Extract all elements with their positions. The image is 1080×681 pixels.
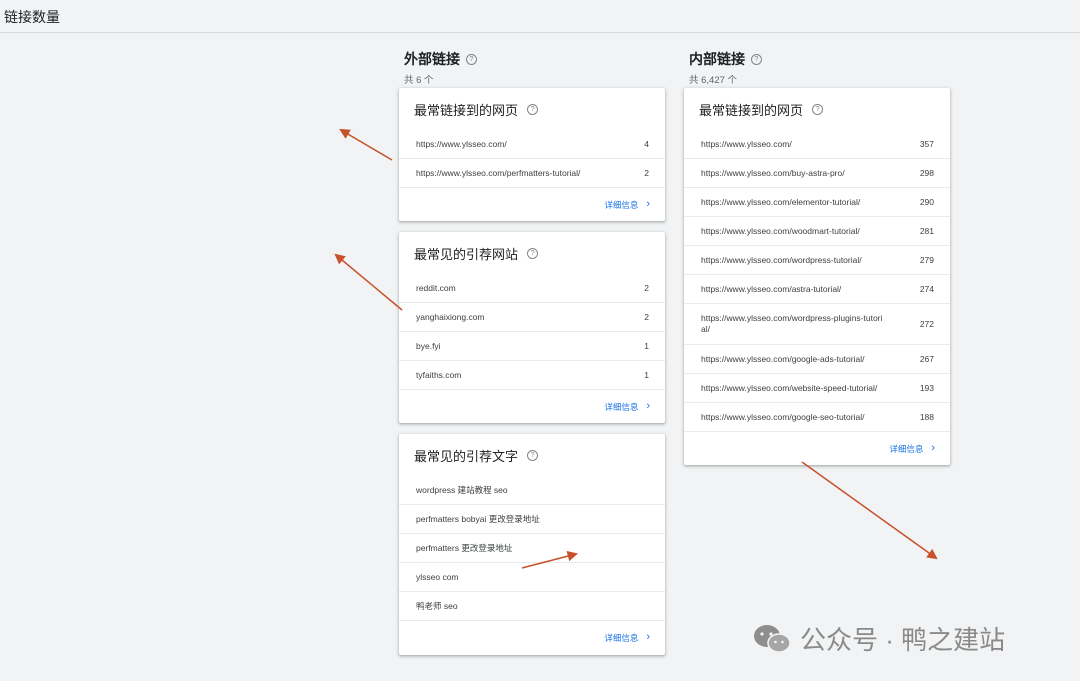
watermark-account: 公众号 · 鸭之建站 — [800, 625, 1006, 655]
annotation-arrow — [801, 461, 938, 560]
wechat-icon — [754, 624, 791, 653]
annotation-arrow — [521, 551, 579, 569]
annotation-arrows — [334, 128, 938, 569]
watermark: 公众号 · 鸭之建站 — [752, 620, 1005, 657]
annotation-arrow — [334, 253, 403, 311]
annotation-arrow — [339, 128, 393, 161]
